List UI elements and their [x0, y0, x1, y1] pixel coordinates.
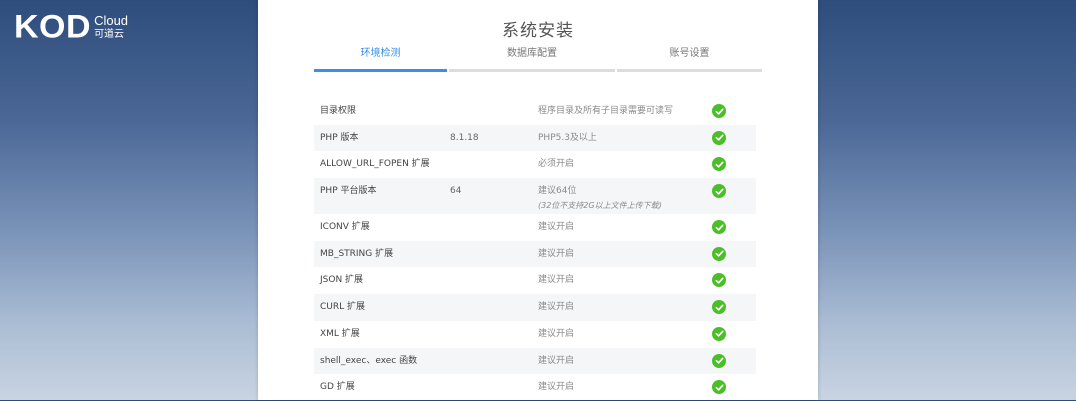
check-requirement: 建议开启 [538, 275, 575, 286]
check-row: shell_exec、exec 函数 建议开启 [314, 347, 756, 375]
check-icon [712, 184, 726, 199]
brand-mark: KOD [14, 8, 92, 46]
check-name: PHP 平台版本 [320, 186, 377, 197]
check-requirement: 建议开启 [538, 382, 575, 393]
step-progress-bar [449, 69, 615, 72]
check-row: 目录权限 程序目录及所有子目录需要可读写 [314, 98, 756, 125]
check-icon [712, 353, 726, 368]
install-panel: 系统安装 环境检测 数据库配置 账号设置 目录权限 程序目录及所有子目录需要可读… [258, 0, 818, 400]
check-icon [712, 130, 726, 145]
install-steps: 环境检测 数据库配置 账号设置 [314, 46, 762, 72]
check-requirement: 建议开启 [538, 248, 575, 259]
check-icon [712, 380, 726, 395]
page-title: 系统安装 [502, 21, 574, 41]
check-requirement: 必须开启 [538, 159, 575, 170]
check-name: GD 扩展 [320, 382, 355, 393]
check-row: XML 扩展 建议开启 [314, 321, 756, 348]
check-name: MB_STRING 扩展 [320, 248, 394, 259]
check-row: CURL 扩展 建议开启 [314, 294, 756, 321]
environment-check-list: 目录权限 程序目录及所有子目录需要可读写 PHP 版本 8.1.18 PHP5.… [314, 98, 756, 401]
check-requirement: PHP5.3及以上 [538, 132, 597, 143]
check-requirement: 建议开启 [538, 355, 575, 366]
check-requirement: 建议开启 [538, 222, 575, 233]
step-label: 数据库配置 [507, 48, 557, 59]
check-row: PHP 平台版本 64 建议64位 (32位不支持2G以上文件上传下载) [314, 178, 756, 215]
step-account-settings[interactable]: 账号设置 [617, 46, 762, 72]
check-icon [712, 300, 726, 315]
brand-text: Cloud 可道云 [94, 14, 128, 40]
check-row: PHP 版本 8.1.18 PHP5.3及以上 [314, 124, 756, 152]
check-requirement: 建议64位 [538, 186, 577, 197]
check-name: ICONV 扩展 [320, 222, 370, 233]
check-icon [712, 273, 726, 288]
check-icon [712, 220, 726, 235]
check-row: MB_STRING 扩展 建议开启 [314, 240, 756, 268]
check-note: (32位不支持2G以上文件上传下载) [538, 201, 662, 211]
step-progress-bar [617, 69, 762, 72]
step-progress-bar [314, 69, 447, 72]
check-icon [712, 326, 726, 341]
check-icon [712, 104, 726, 118]
check-requirement: 建议开启 [538, 302, 575, 313]
brand-name-en: Cloud [94, 13, 129, 28]
check-name: XML 扩展 [320, 328, 360, 339]
check-row: JSON 扩展 建议开启 [314, 267, 756, 294]
check-icon [712, 157, 726, 172]
check-value: 64 [450, 186, 462, 197]
check-name: shell_exec、exec 函数 [320, 355, 418, 366]
check-row: ALLOW_URL_FOPEN 扩展 必须开启 [314, 151, 756, 178]
check-name: JSON 扩展 [320, 275, 364, 286]
step-label: 环境检测 [360, 48, 401, 59]
step-environment-check[interactable]: 环境检测 [314, 46, 447, 72]
check-value: 8.1.18 [450, 132, 479, 143]
step-label: 账号设置 [669, 48, 710, 59]
check-requirement: 程序目录及所有子目录需要可读写 [538, 106, 674, 116]
check-row: ICONV 扩展 建议开启 [314, 214, 756, 241]
check-name: 目录权限 [320, 106, 357, 116]
check-name: CURL 扩展 [320, 302, 366, 313]
brand-logo: KOD Cloud 可道云 [14, 11, 128, 43]
check-requirement: 建议开启 [538, 328, 575, 339]
check-name: ALLOW_URL_FOPEN 扩展 [320, 159, 430, 170]
brand-name-cn: 可道云 [94, 29, 125, 40]
check-row: GD 扩展 建议开启 [314, 374, 756, 401]
check-icon [712, 246, 726, 261]
check-requirement-group: 建议64位 (32位不支持2G以上文件上传下载) [538, 186, 662, 211]
step-database-config[interactable]: 数据库配置 [449, 46, 615, 72]
check-name: PHP 版本 [320, 132, 359, 143]
